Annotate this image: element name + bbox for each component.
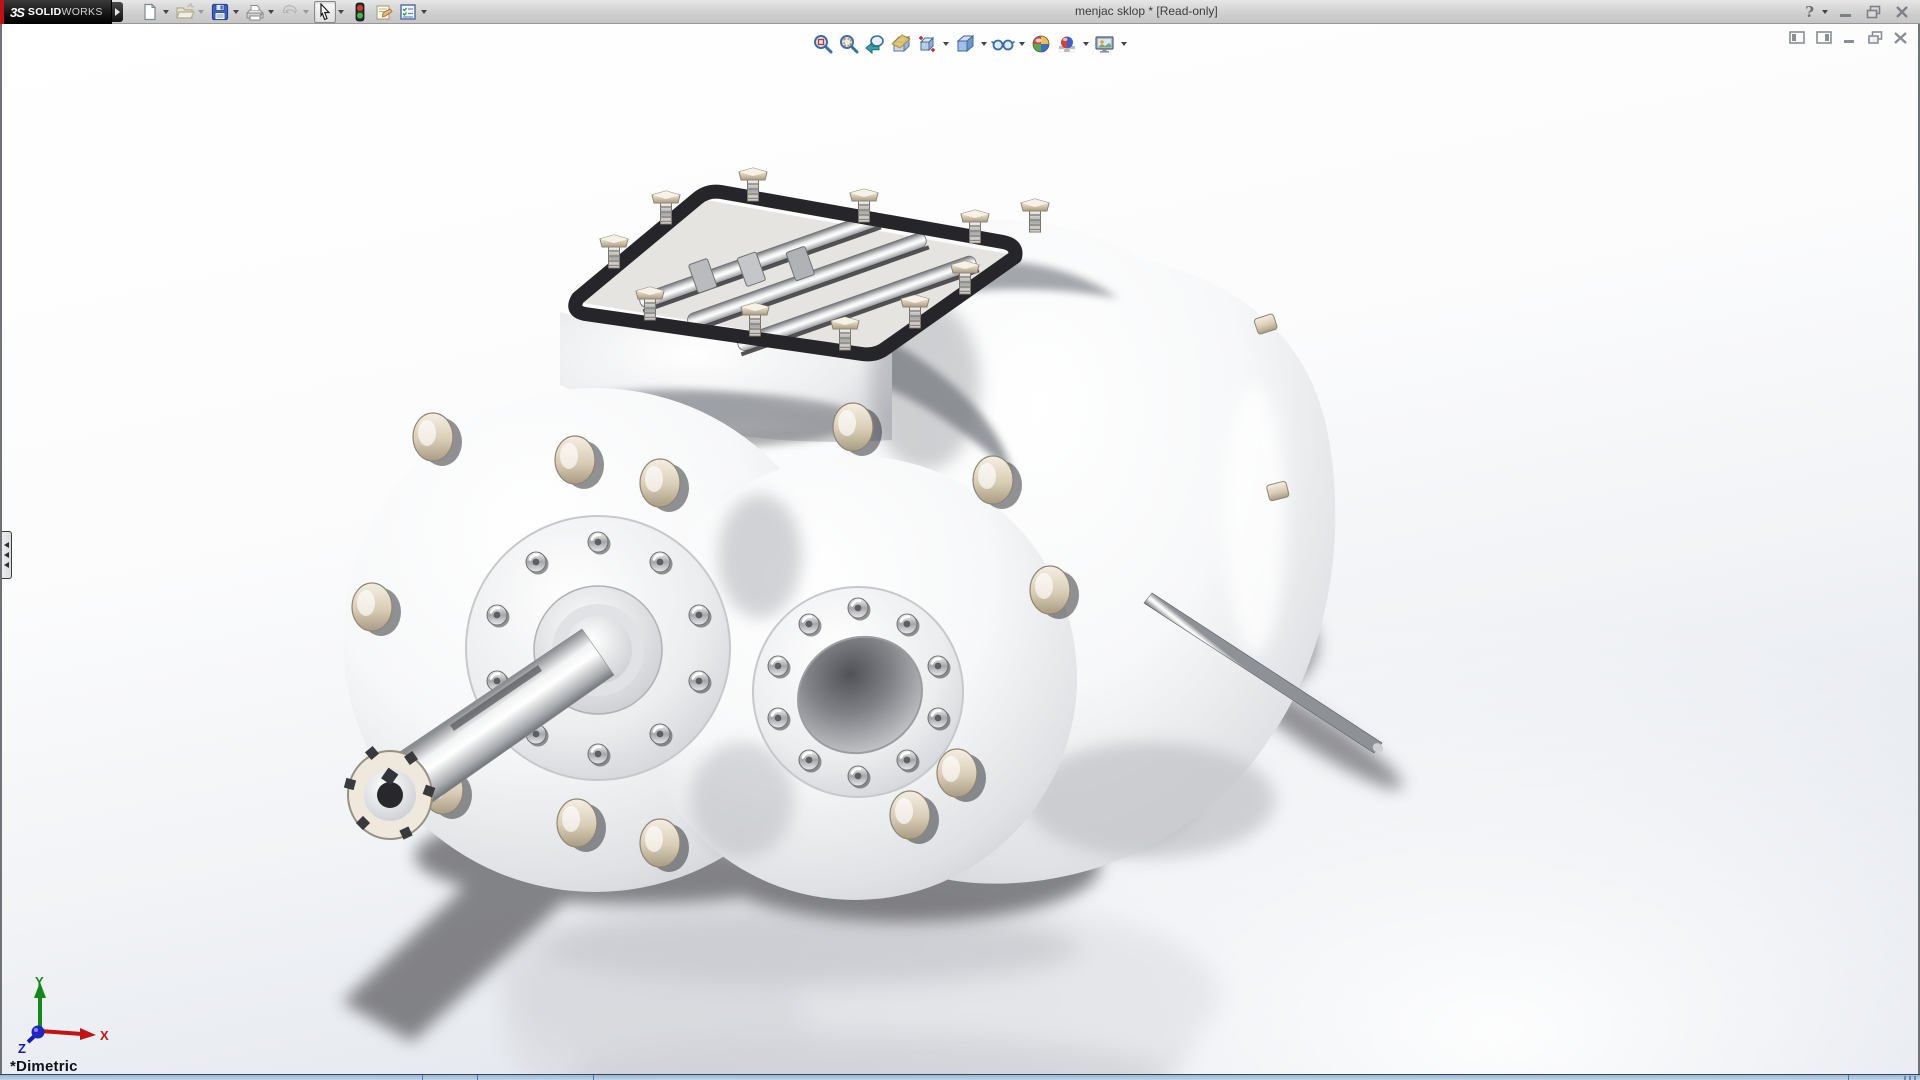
resize-grip[interactable] bbox=[1904, 1076, 1918, 1080]
status-divider bbox=[1848, 1075, 1849, 1080]
zoom-to-area-button[interactable] bbox=[836, 31, 862, 57]
select-cursor-icon bbox=[317, 3, 333, 21]
undo-button[interactable] bbox=[279, 1, 301, 23]
select-dropdown[interactable] bbox=[338, 10, 344, 14]
new-document-button[interactable] bbox=[139, 1, 161, 23]
eyeglasses-icon bbox=[991, 33, 1015, 55]
help-button[interactable]: ? bbox=[1805, 3, 1814, 21]
select-button[interactable] bbox=[314, 1, 336, 23]
minimize-button[interactable] bbox=[1836, 3, 1856, 21]
open-folder-icon bbox=[175, 3, 195, 21]
triad-z-label: Z bbox=[18, 1041, 26, 1054]
triad-y-label: Y bbox=[35, 974, 44, 989]
restore-button[interactable] bbox=[1864, 3, 1884, 21]
previous-view-icon bbox=[864, 33, 886, 55]
options-checklist-icon bbox=[399, 3, 417, 21]
collapse-left-pane-button[interactable] bbox=[1788, 30, 1806, 45]
print-icon bbox=[245, 3, 265, 21]
save-button[interactable] bbox=[209, 1, 231, 23]
view-orientation-dropdown[interactable] bbox=[943, 42, 949, 46]
reference-triad: Y X Z bbox=[10, 974, 120, 1054]
collapse-arrow-icon bbox=[4, 552, 9, 558]
doc-close-button[interactable] bbox=[1893, 31, 1908, 45]
feature-panel-collapsed-tab[interactable] bbox=[2, 531, 12, 579]
standard-toolbar bbox=[138, 0, 431, 24]
view-settings-button[interactable] bbox=[1092, 31, 1118, 57]
view-orientation-button[interactable] bbox=[914, 31, 940, 57]
doc-restore-button[interactable] bbox=[1867, 30, 1884, 45]
zoom-to-fit-button[interactable] bbox=[810, 31, 836, 57]
view-orientation-icon bbox=[916, 33, 938, 55]
appearance-ball-icon bbox=[1030, 33, 1052, 55]
print-button[interactable] bbox=[244, 1, 266, 23]
collapse-arrow-icon bbox=[4, 562, 9, 568]
undo-icon bbox=[280, 3, 300, 21]
solidworks-logo: 3S SOLIDWORKS bbox=[0, 0, 112, 24]
edit-appearance-button[interactable] bbox=[1028, 31, 1054, 57]
undo-dropdown[interactable] bbox=[303, 10, 309, 14]
help-dropdown[interactable] bbox=[1822, 10, 1828, 14]
apply-scene-icon bbox=[1056, 33, 1078, 55]
gearbox-model[interactable] bbox=[2, 24, 1918, 1074]
menu-flyout-arrow-icon[interactable] bbox=[112, 2, 123, 22]
new-document-icon bbox=[141, 3, 159, 21]
status-divider bbox=[422, 1075, 423, 1080]
display-style-button[interactable] bbox=[952, 31, 978, 57]
window-title: menjac sklop * [Read-only] bbox=[1075, 4, 1218, 18]
close-button[interactable] bbox=[1892, 3, 1912, 21]
document-window-controls bbox=[1788, 30, 1908, 45]
apply-scene-dropdown[interactable] bbox=[1083, 42, 1089, 46]
view-settings-icon bbox=[1093, 33, 1117, 55]
collapse-arrow-icon bbox=[4, 542, 9, 548]
open-button[interactable] bbox=[174, 1, 196, 23]
status-bar bbox=[0, 1074, 1920, 1080]
display-style-icon bbox=[954, 33, 976, 55]
print-dropdown[interactable] bbox=[268, 10, 274, 14]
solidworks-wordmark: SOLIDWORKS bbox=[28, 6, 103, 18]
zoom-to-area-icon bbox=[838, 33, 860, 55]
options-button[interactable] bbox=[397, 1, 419, 23]
status-divider bbox=[593, 1075, 594, 1080]
graphics-viewport[interactable]: Y X Z bbox=[0, 24, 1920, 1074]
doc-minimize-button[interactable] bbox=[1842, 30, 1858, 45]
save-floppy-icon bbox=[211, 3, 229, 21]
section-view-button[interactable] bbox=[888, 31, 914, 57]
hide-show-items-dropdown[interactable] bbox=[1019, 42, 1025, 46]
traffic-light-icon bbox=[354, 2, 366, 22]
file-properties-button[interactable] bbox=[373, 1, 395, 23]
previous-view-button[interactable] bbox=[862, 31, 888, 57]
titlebar-window-controls: ? bbox=[1805, 0, 1912, 24]
status-divider bbox=[477, 1075, 478, 1080]
rebuild-button[interactable] bbox=[349, 1, 371, 23]
right-bearing-flange bbox=[753, 587, 963, 797]
titlebar: 3S SOLIDWORKS bbox=[0, 0, 1920, 24]
triad-x-label: X bbox=[100, 1028, 109, 1043]
collapse-right-pane-button[interactable] bbox=[1815, 30, 1833, 45]
view-orientation-label: *Dimetric bbox=[10, 1058, 78, 1075]
logo-red-accent bbox=[0, 0, 4, 24]
section-view-icon bbox=[890, 33, 912, 55]
options-dropdown[interactable] bbox=[421, 10, 427, 14]
new-document-dropdown[interactable] bbox=[163, 10, 169, 14]
open-dropdown[interactable] bbox=[198, 10, 204, 14]
zoom-to-fit-icon bbox=[812, 33, 834, 55]
apply-scene-button[interactable] bbox=[1054, 31, 1080, 57]
3ds-logo-mark: 3S bbox=[10, 5, 24, 20]
heads-up-view-toolbar bbox=[810, 30, 1130, 58]
view-settings-dropdown[interactable] bbox=[1121, 42, 1127, 46]
display-style-dropdown[interactable] bbox=[981, 42, 987, 46]
save-dropdown[interactable] bbox=[233, 10, 239, 14]
hide-show-items-button[interactable] bbox=[990, 31, 1016, 57]
file-properties-icon bbox=[374, 3, 394, 21]
